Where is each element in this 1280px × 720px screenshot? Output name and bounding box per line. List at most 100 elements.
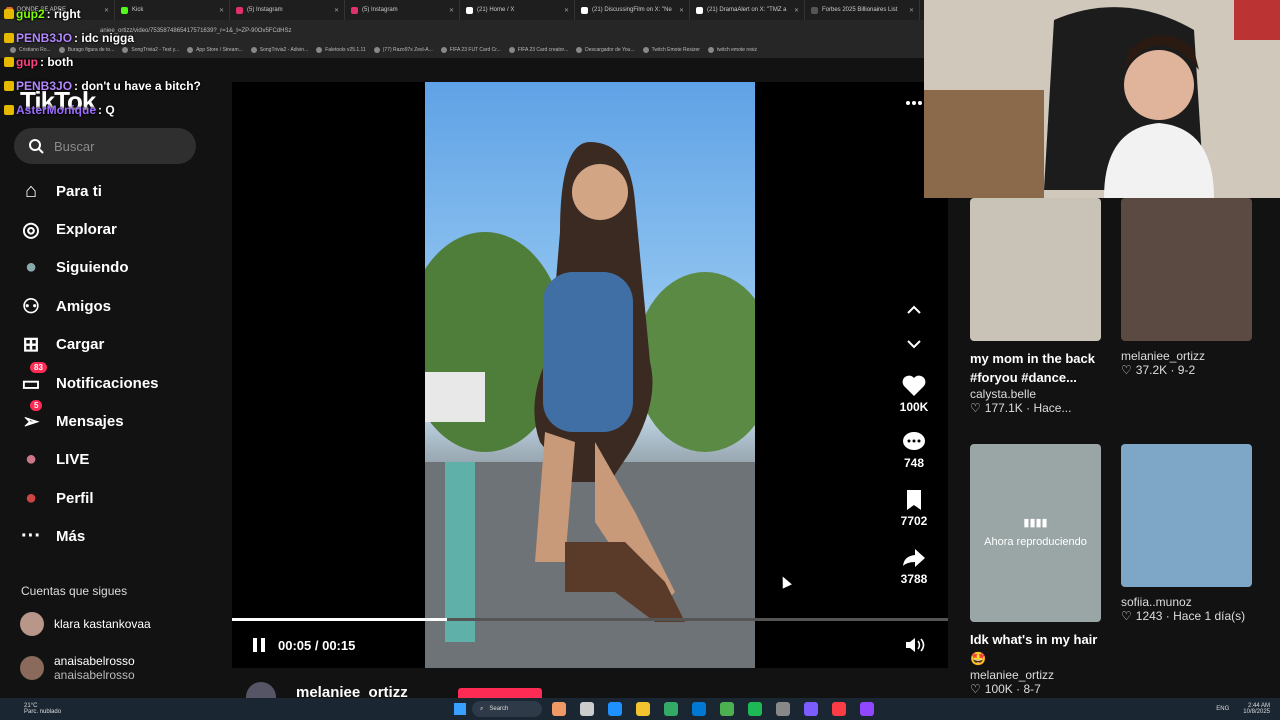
app-icon[interactable] — [580, 702, 594, 716]
tab-close-icon[interactable]: ✕ — [449, 7, 454, 14]
browser-tab[interactable]: Forbes 2025 Billionaires List ✕ — [805, 0, 920, 20]
system-clock[interactable]: 2:44 AM 10/8/2025 — [1243, 703, 1270, 715]
nav-item-siguiendo[interactable]: ● Siguiendo — [18, 253, 218, 283]
bookmark-favicon-icon — [642, 47, 649, 53]
bookmark-item[interactable]: Faletools v25.1.11 — [316, 47, 366, 53]
bookmark-favicon-icon — [440, 47, 447, 53]
folder-icon[interactable] — [636, 702, 650, 716]
language-indicator[interactable]: ENG — [1216, 706, 1229, 712]
chrome-icon[interactable] — [720, 702, 734, 716]
volume-icon[interactable] — [904, 636, 926, 654]
tab-close-icon[interactable]: ✕ — [909, 7, 914, 14]
browser-tab[interactable]: (5) Instagram ✕ — [345, 0, 460, 20]
bookmark-item[interactable]: FIFA 23 Card creator... — [508, 47, 568, 53]
comment-button[interactable]: 748 — [896, 430, 932, 470]
nav-item-amigos[interactable]: ⚇ Amigos — [18, 291, 218, 321]
recommended-video[interactable]: my mom in the back #foryou #dance... caly… — [970, 198, 1101, 415]
inbox-icon: ▭ 83 — [18, 362, 47, 396]
nav-item-perfil[interactable]: ● Perfil — [18, 483, 218, 513]
tab-favicon-icon — [466, 6, 473, 14]
chat-badge-icon — [4, 81, 14, 91]
tab-close-icon[interactable]: ✕ — [679, 7, 684, 14]
author-name[interactable]: melaniee_ortizz — [296, 684, 408, 698]
bookmark-item[interactable]: twitch emote resiz — [707, 47, 757, 53]
tab-close-icon[interactable]: ✕ — [794, 7, 799, 14]
app-icon[interactable] — [776, 702, 790, 716]
video-author[interactable]: melaniee_ortizz — [970, 668, 1101, 682]
nav-item-mensajes[interactable]: ➢ 5 Mensajes — [18, 400, 218, 436]
bookmark-favicon-icon — [316, 47, 323, 53]
video-author[interactable]: melaniee_ortizz — [1121, 349, 1252, 363]
send-icon: ➢ 5 — [18, 400, 44, 434]
more-options-icon[interactable] — [905, 100, 923, 106]
following-section-title: Cuentas que sigues — [21, 584, 128, 598]
save-count: 7702 — [900, 514, 928, 528]
heart-outline-icon: ♡ — [1121, 609, 1132, 623]
search-input[interactable]: Buscar — [14, 128, 196, 164]
bookmark-item[interactable]: Twitch Emote Resizer — [642, 47, 700, 53]
chevron-up-icon[interactable] — [906, 304, 922, 316]
browser-tab[interactable]: (21) DramaAlert on X: "TMZ a ✕ — [690, 0, 805, 20]
bookmark-label: twitch emote resiz — [716, 47, 757, 53]
music-icon[interactable] — [832, 702, 846, 716]
heart-outline-icon: ♡ — [970, 401, 981, 415]
browser-tab[interactable]: (21) Home / X ✕ — [460, 0, 575, 20]
video-frame[interactable] — [425, 82, 755, 668]
video-thumbnail[interactable]: ▮▮▮▮ Ahora reproduciendo — [970, 444, 1101, 622]
nav-label: Mensajes — [56, 412, 124, 430]
nav-item-cargar[interactable]: ⊞ Cargar — [18, 330, 218, 360]
recommended-video[interactable]: melaniee_ortizz ♡ 37.2K · 9-2 — [1121, 198, 1252, 377]
recommended-video[interactable]: ▮▮▮▮ Ahora reproduciendo Idk what's in my … — [970, 444, 1101, 696]
video-author[interactable]: sofiia..munoz — [1121, 595, 1252, 609]
chevron-down-icon[interactable] — [906, 338, 922, 350]
video-thumbnail[interactable] — [1121, 198, 1252, 341]
chat-username: gup2 — [16, 7, 45, 21]
chat-username: AsterMonique — [16, 103, 97, 117]
spotify-icon[interactable] — [748, 702, 762, 716]
app-icon[interactable] — [664, 702, 678, 716]
video-thumbnail[interactable] — [1121, 444, 1252, 587]
nav-item-ms[interactable]: ··· Más — [18, 522, 218, 552]
taskbar-search[interactable]: ⌕ Search — [472, 701, 542, 717]
tab-title: Forbes 2025 Billionaires List — [822, 7, 898, 13]
discord-icon[interactable] — [804, 702, 818, 716]
following-account[interactable]: klara kastankovaa — [20, 612, 200, 636]
like-button[interactable]: 100K — [896, 374, 932, 414]
pause-icon[interactable] — [250, 636, 268, 654]
bookmark-item[interactable]: (77) Razo97s Zesl-A... — [373, 47, 433, 53]
bookmark-item[interactable]: FIFA 23 FUT Card Cr... — [440, 47, 501, 53]
edge-icon[interactable] — [608, 702, 622, 716]
account-name: klara kastankovaa — [54, 617, 151, 631]
nav-item-parati[interactable]: ⌂ Para ti — [18, 176, 218, 206]
bookmark-item[interactable]: Descargador de You... — [576, 47, 635, 53]
webcam-scene — [924, 0, 1280, 198]
bookmark-label: Twitch Emote Resizer — [651, 47, 700, 53]
app-icon[interactable] — [860, 702, 874, 716]
windows-start-icon[interactable] — [454, 703, 466, 715]
follow-button[interactable] — [458, 688, 542, 698]
video-author[interactable]: calysta.belle — [970, 387, 1101, 401]
recommended-video[interactable]: sofiia..munoz ♡ 1243 · Hace 1 día(s) — [1121, 444, 1252, 623]
taskbar-search-icon: ⌕ — [480, 705, 484, 712]
share-button[interactable]: 3788 — [896, 546, 932, 586]
chat-username: PENB3JO — [16, 79, 73, 93]
notification-count-badge: 83 — [30, 362, 47, 373]
tab-close-icon[interactable]: ✕ — [564, 7, 569, 14]
weather-widget[interactable]: 21°C Parc. nublado — [24, 703, 84, 715]
nav-item-live[interactable]: ● LIVE — [18, 445, 218, 475]
nav-item-notificaciones[interactable]: ▭ 83 Notificaciones — [18, 362, 218, 398]
outlook-icon[interactable] — [692, 702, 706, 716]
following-account[interactable]: anaisabelrosso anaisabelrosso — [20, 654, 200, 682]
save-button[interactable]: 7702 — [896, 488, 932, 528]
compass-icon: ◎ — [22, 218, 40, 241]
app-icon[interactable] — [552, 702, 566, 716]
nav-item-explorar[interactable]: ◎ Explorar — [18, 214, 218, 244]
browser-tab[interactable]: (21) DiscussingFilm on X: "Ne ✕ — [575, 0, 690, 20]
bookmark-favicon-icon — [508, 47, 515, 53]
tab-favicon-icon — [696, 6, 703, 14]
nav-label: Amigos — [56, 297, 112, 315]
tab-close-icon[interactable]: ✕ — [334, 7, 339, 14]
video-stats: ♡ 37.2K · 9-2 — [1121, 363, 1252, 377]
video-thumbnail[interactable] — [970, 198, 1101, 341]
chat-username: PENB3JO — [16, 31, 73, 45]
